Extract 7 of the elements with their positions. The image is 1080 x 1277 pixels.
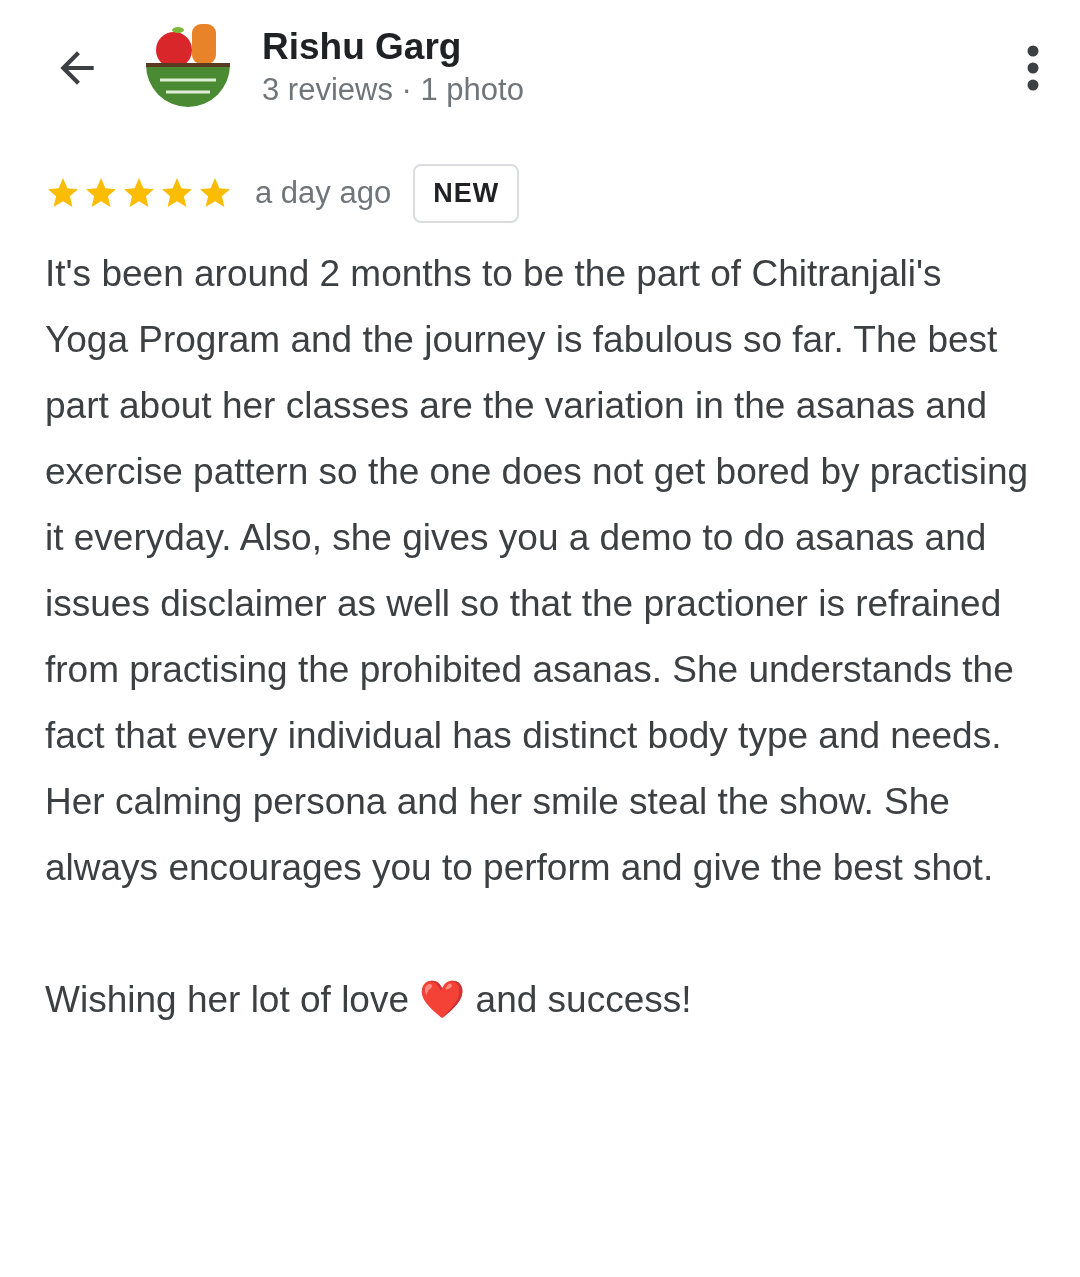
review-text: Wishing her lot of love ❤ and success!	[45, 978, 693, 1022]
reviewer-name: Rishu Garg	[262, 25, 463, 68]
review-text: It's been around 2 months to be the part of Chitranjali's Yoga Program and the journey is fabulous so far. The best part about her classes are the variation in the asanas and exercise pattern so the one does not get bored by practising it everyday. Also, she gives you a demo to do asanas and issues disclaimer as well so that the practioner is refrained from practising the prohibited asanas. She understands the fact that every individual has distinct body type and needs. Her calming persona and her smile steal the show. She always encourages you to perform and give the best shot.	[45, 252, 1030, 890]
new-badge: NEW	[413, 163, 520, 223]
review-time: a day ago	[255, 175, 392, 211]
review-count: 3 reviews · 1 photo	[262, 70, 525, 109]
more-icon[interactable]	[1026, 43, 1040, 92]
